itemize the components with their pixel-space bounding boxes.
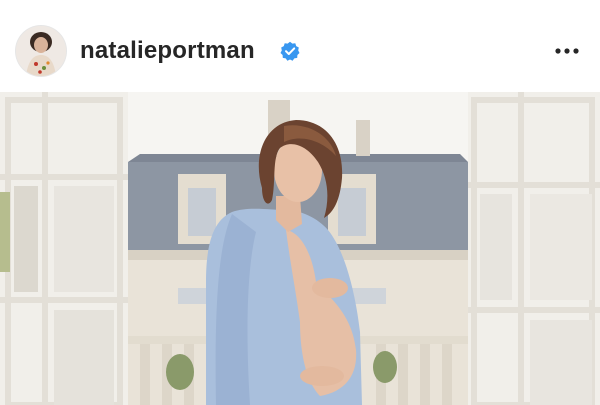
post-header: natalieportman: [0, 0, 600, 92]
avatar[interactable]: [16, 26, 66, 76]
username[interactable]: natalieportman: [80, 37, 255, 65]
post-photo[interactable]: [0, 92, 600, 405]
ellipsis-icon[interactable]: [554, 44, 580, 58]
photo-scene: [0, 92, 600, 405]
profile-photo: [16, 26, 66, 76]
verified-badge-icon: [280, 41, 300, 61]
